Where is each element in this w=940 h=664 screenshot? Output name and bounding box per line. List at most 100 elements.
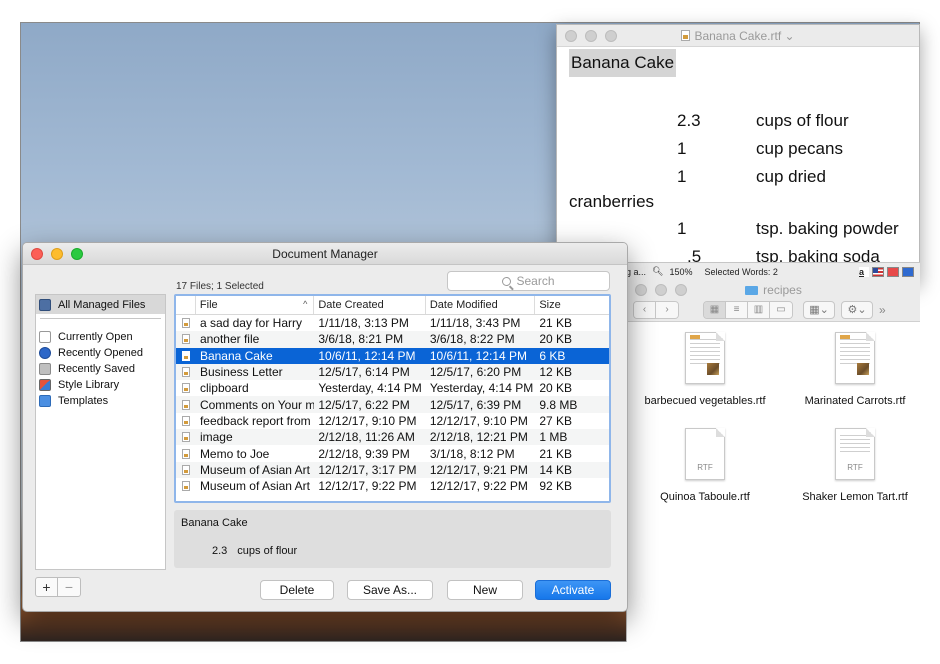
table-row[interactable]: feedback report from 12/12/17, 9:10 PM 12/… xyxy=(176,413,609,429)
document-icon xyxy=(182,367,190,378)
sidebar-item-all-managed-files[interactable]: All Managed Files xyxy=(36,295,165,314)
row-icon-cell xyxy=(176,318,196,329)
cell-created: 2/12/18, 9:39 PM xyxy=(318,446,410,461)
cell-modified: 2/12/18, 12:21 PM xyxy=(429,430,528,445)
row-icon-cell xyxy=(176,399,196,410)
row-icon-cell xyxy=(176,432,196,443)
file-item[interactable]: Marinated Carrots.rtf xyxy=(787,332,923,408)
chevron-down-icon[interactable]: ⌄ xyxy=(785,29,795,43)
document-icon xyxy=(182,399,190,410)
cell-size: 6 KB xyxy=(539,348,566,363)
action-gear-button[interactable]: ⚙⌄ xyxy=(841,300,873,319)
color-icon[interactable] xyxy=(887,266,899,277)
cell-file: feedback report from xyxy=(199,413,311,428)
table-row[interactable]: Comments on Your me 12/5/17, 6:22 PM 12/5/… xyxy=(176,396,609,413)
table-row[interactable]: clipboard Yesterday, 4:14 PM Yesterday, 4:… xyxy=(176,380,609,396)
panel-icon[interactable] xyxy=(902,266,914,277)
editor-titlebar[interactable]: Banana Cake.rtf ⌄ xyxy=(557,25,919,47)
sidebar-item-recently-opened[interactable]: Recently Opened xyxy=(36,345,165,361)
folder-icon xyxy=(745,286,759,295)
finder-title: recipes xyxy=(627,283,920,297)
files-table: File ^ Date Created Date Modified Size a … xyxy=(174,294,611,503)
finder-titlebar[interactable]: recipes ‹ › ▦ ≡ ▥ ▭ ▦⌄ ⚙⌄ » xyxy=(627,280,920,322)
group-menu-button[interactable]: ▦⌄ xyxy=(803,300,835,319)
cell-size: 92 KB xyxy=(539,479,573,494)
document-icon xyxy=(182,350,190,361)
table-row[interactable]: image 2/12/18, 11:26 AM 2/12/18, 12:21 PM 1… xyxy=(176,429,609,446)
sidebar-item-style-library[interactable]: Style Library xyxy=(36,377,165,393)
save-as-button[interactable]: Save As... xyxy=(347,580,433,600)
list-view-icon[interactable]: ≡ xyxy=(726,301,748,318)
rtf-document-icon: RTF xyxy=(835,428,875,480)
document-icon xyxy=(182,448,190,459)
search-field[interactable]: Search xyxy=(447,271,610,291)
row-icon-cell xyxy=(176,367,196,378)
document-text[interactable]: Banana Cake 2.3 cups of flour 1 cup pecans… xyxy=(557,47,919,271)
word-count: Selected Words: 2 xyxy=(704,266,778,277)
cell-created: 1/11/18, 3:13 PM xyxy=(318,316,409,331)
file-grid: barbecued vegetables.rtf Marinated Carro… xyxy=(627,332,920,504)
back-button[interactable]: ‹ xyxy=(634,301,656,318)
ingredient-line: 2.3 cups of flour xyxy=(677,111,849,130)
row-icon-cell xyxy=(176,448,196,459)
cell-file: Memo to Joe xyxy=(199,446,270,461)
clock-icon xyxy=(39,347,51,359)
cell-created: 12/12/17, 9:22 PM xyxy=(318,479,417,494)
table-row[interactable]: Banana Cake 10/6/11, 12:14 PM 10/6/11, 12:… xyxy=(176,347,609,364)
file-column-header[interactable]: File ^ xyxy=(196,296,315,314)
cell-file: image xyxy=(199,430,233,445)
sidebar-item-recently-saved[interactable]: Recently Saved xyxy=(36,361,165,377)
cell-created: 2/12/18, 11:26 AM xyxy=(318,430,415,445)
document-icon xyxy=(182,415,190,426)
cell-size: 21 KB xyxy=(539,446,573,461)
document-manager-titlebar[interactable]: Document Manager xyxy=(23,243,627,265)
cell-created: 10/6/11, 12:14 PM xyxy=(318,348,416,363)
window-title: Document Manager xyxy=(272,247,378,261)
size-column-header[interactable]: Size xyxy=(535,296,609,314)
forward-button[interactable]: › xyxy=(656,301,678,318)
file-item[interactable]: RTF Quinoa Taboule.rtf xyxy=(637,428,773,504)
table-row[interactable]: Museum of Asian Art 12/12/17, 9:22 PM 12/1… xyxy=(176,478,609,494)
sidebar-add-remove: + − xyxy=(35,577,81,597)
document-thumbnail-icon xyxy=(685,332,725,384)
created-column-header[interactable]: Date Created xyxy=(314,296,426,314)
cell-modified: 3/6/18, 8:22 PM xyxy=(429,332,515,347)
row-icon-cell xyxy=(176,334,196,345)
zoom-level[interactable]: 150% xyxy=(669,267,692,277)
cell-modified: 10/6/11, 12:14 PM xyxy=(429,348,528,363)
column-view-icon[interactable]: ▥ xyxy=(748,301,770,318)
table-row[interactable]: Memo to Joe 2/12/18, 9:39 PM 3/1/18, 8:12 … xyxy=(176,445,609,461)
activate-button[interactable]: Activate xyxy=(535,580,611,600)
icon-column-header[interactable] xyxy=(176,296,196,314)
language-flag-icon[interactable] xyxy=(872,266,884,277)
zoom-icon[interactable]: 🔍︎ xyxy=(652,266,663,277)
remove-button[interactable]: − xyxy=(58,578,80,596)
sidebar-item-currently-open[interactable]: Currently Open xyxy=(36,329,165,345)
document-thumbnail-icon xyxy=(835,332,875,384)
modified-column-header[interactable]: Date Modified xyxy=(426,296,536,314)
font-style-icon[interactable]: a xyxy=(859,266,869,277)
row-icon-cell xyxy=(176,383,196,394)
cell-file: clipboard xyxy=(199,381,249,396)
delete-button[interactable]: Delete xyxy=(260,580,334,600)
overflow-chevron-icon[interactable]: » xyxy=(879,303,886,317)
table-row[interactable]: a sad day for Harry 1/11/18, 3:13 PM 1/11/… xyxy=(176,315,609,331)
icon-view-icon[interactable]: ▦ xyxy=(704,301,726,318)
sidebar-item-templates[interactable]: Templates xyxy=(36,393,165,409)
table-row[interactable]: Business Letter 12/5/17, 6:14 PM 12/5/17, … xyxy=(176,363,609,381)
cell-created: 3/6/18, 8:21 PM xyxy=(318,332,404,347)
cell-size: 9.8 MB xyxy=(539,397,578,412)
table-header: File ^ Date Created Date Modified Size xyxy=(176,296,609,315)
cell-created: 12/5/17, 6:22 PM xyxy=(318,397,410,412)
ingredient-line: 1 cup pecans xyxy=(677,139,843,158)
table-row[interactable]: Museum of Asian Art 12/12/17, 3:17 PM 12/1… xyxy=(176,461,609,478)
new-button[interactable]: New xyxy=(447,580,523,600)
document-icon xyxy=(182,334,190,345)
file-item[interactable]: barbecued vegetables.rtf xyxy=(637,332,773,408)
cell-file: Comments on Your me xyxy=(199,397,315,412)
file-item[interactable]: RTF Shaker Lemon Tart.rtf xyxy=(787,428,923,504)
table-row[interactable]: another file 3/6/18, 8:21 PM 3/6/18, 8:22 … xyxy=(176,331,609,348)
style-library-icon xyxy=(39,379,51,391)
gallery-view-icon[interactable]: ▭ xyxy=(770,301,792,318)
add-button[interactable]: + xyxy=(36,578,58,596)
